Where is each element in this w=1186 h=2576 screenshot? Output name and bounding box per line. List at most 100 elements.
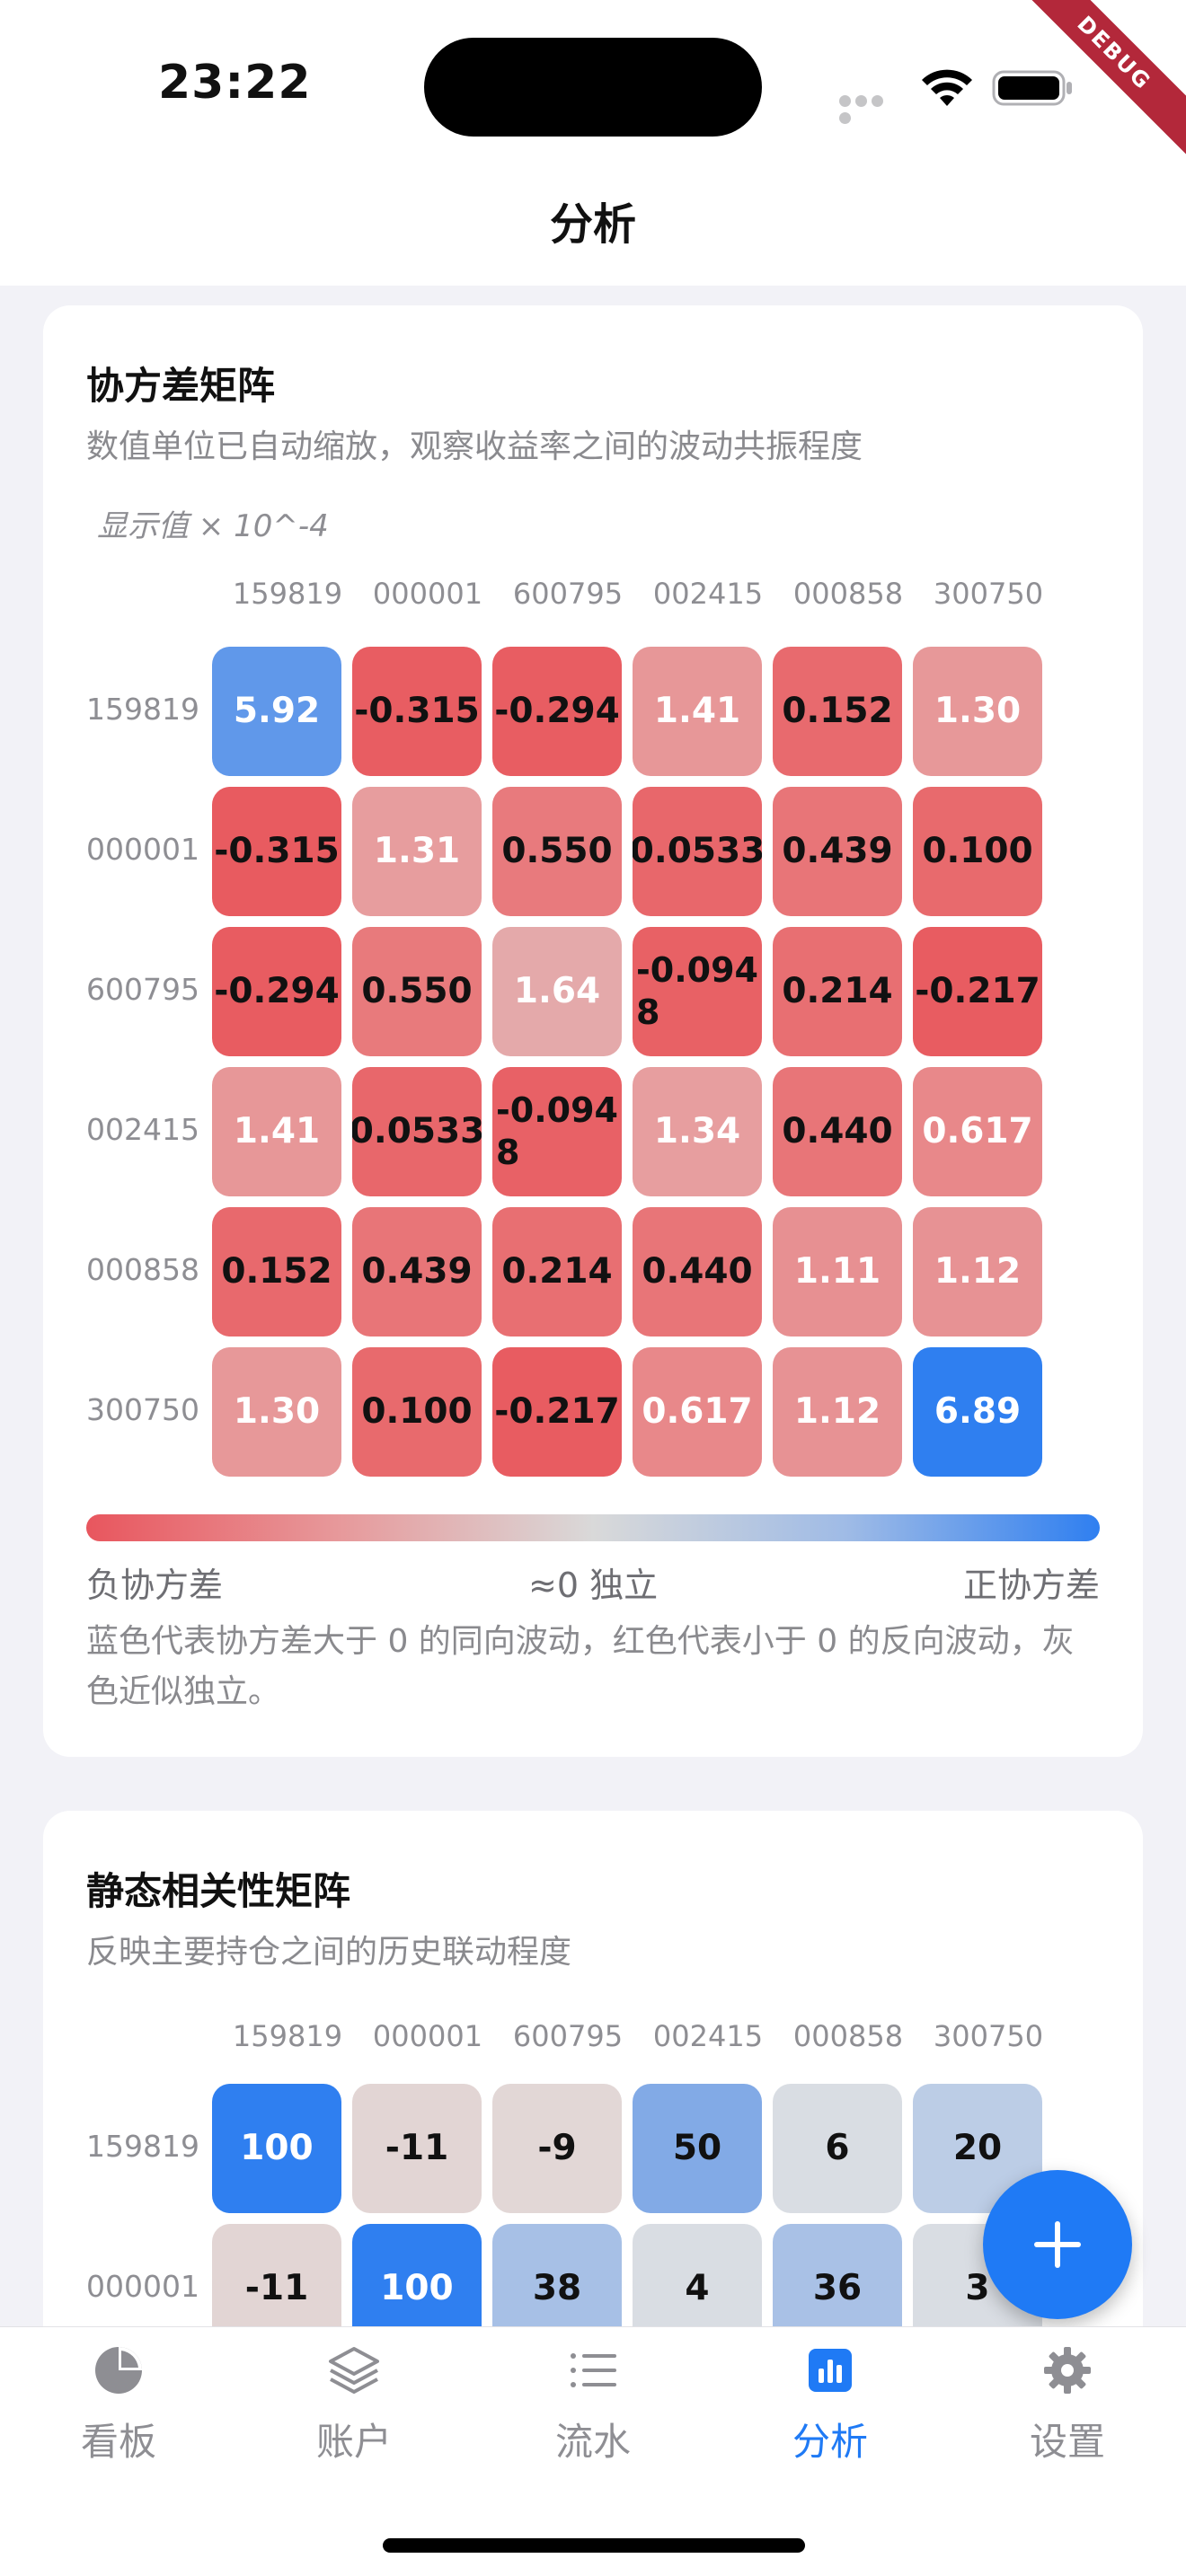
matrix-cell: 1.12 [773, 1347, 902, 1477]
matrix-cell: 0.439 [773, 787, 902, 916]
row-label: 159819 [86, 692, 199, 727]
scale-note: 显示值 × 10^-4 [97, 508, 329, 544]
gear-icon [1044, 2347, 1091, 2394]
matrix-cell: -0.0948 [492, 1067, 622, 1196]
matrix-cell: 0.100 [913, 787, 1042, 916]
matrix-cell: 1.64 [492, 927, 622, 1056]
matrix-cell: 5.92 [212, 647, 341, 776]
dynamic-island [424, 38, 762, 137]
list-icon [571, 2353, 616, 2387]
legend-positive-label: 正协方差 [962, 1566, 1100, 1605]
matrix-cell: 0.440 [633, 1207, 762, 1337]
row-label: 000858 [86, 1252, 199, 1287]
matrix-cell: 1.30 [913, 647, 1042, 776]
matrix-cell: -0.294 [212, 927, 341, 1056]
tab-label: 看板 [80, 2420, 156, 2464]
home-indicator [383, 2538, 805, 2553]
column-header: 300750 [933, 577, 1044, 611]
covariance-title: 协方差矩阵 [86, 364, 276, 408]
column-header: 159819 [232, 577, 343, 611]
column-header: 159819 [232, 2019, 343, 2053]
matrix-cell: 0.440 [773, 1067, 902, 1196]
matrix-cell: 0.152 [773, 647, 902, 776]
matrix-cell: 0.0533 [352, 1067, 482, 1196]
matrix-cell: 0.214 [492, 1207, 622, 1337]
column-header: 000001 [372, 577, 483, 611]
matrix-cell: 1.31 [352, 787, 482, 916]
tab-label: 流水 [554, 2420, 631, 2464]
correlation-subtitle: 反映主要持仓之间的历史联动程度 [86, 1934, 572, 1971]
matrix-cell: 0.214 [773, 927, 902, 1056]
matrix-cell: -0.217 [913, 927, 1042, 1056]
matrix-cell: 1.34 [633, 1067, 762, 1196]
matrix-cell: -0.0948 [633, 927, 762, 1056]
matrix-cell: -0.315 [352, 647, 482, 776]
column-header: 300750 [933, 2019, 1044, 2053]
matrix-cell: -11 [352, 2084, 482, 2213]
matrix-cell: 0.152 [212, 1207, 341, 1337]
nav-bar: 分析 [0, 171, 1186, 286]
matrix-cell: 1.11 [773, 1207, 902, 1337]
plus-icon [1034, 2221, 1081, 2268]
covariance-subtitle: 数值单位已自动缩放，观察收益率之间的波动共振程度 [86, 428, 863, 465]
matrix-cell: 0.617 [913, 1067, 1042, 1196]
matrix-cell: -9 [492, 2084, 622, 2213]
row-label: 002415 [86, 1112, 199, 1147]
bar-chart-icon [809, 2349, 852, 2392]
row-label: 000001 [86, 2269, 199, 2304]
pie-chart-icon [95, 2347, 142, 2394]
signal-icon [839, 93, 902, 124]
matrix-cell: 1.41 [212, 1067, 341, 1196]
column-header: 600795 [512, 577, 624, 611]
color-scale-bar [86, 1514, 1100, 1541]
column-header: 002415 [652, 577, 764, 611]
matrix-cell: -0.217 [492, 1347, 622, 1477]
correlation-title: 静态相关性矩阵 [86, 1869, 351, 1913]
matrix-cell: -0.294 [492, 647, 622, 776]
matrix-cell: 0.0533 [633, 787, 762, 916]
matrix-cell: 0.550 [352, 927, 482, 1056]
correlation-column-headers: 159819 000001 600795 002415 000858 300750 [223, 2019, 1121, 2064]
matrix-cell: 0.100 [352, 1347, 482, 1477]
tab-label: 账户 [315, 2420, 392, 2464]
row-label: 600795 [86, 972, 199, 1007]
column-header: 600795 [512, 2019, 624, 2053]
status-bar: 23:22 DEBUG [0, 0, 1186, 171]
matrix-cell: 1.30 [212, 1347, 341, 1477]
matrix-cell: -0.315 [212, 787, 341, 916]
matrix-cell: 0.550 [492, 787, 622, 916]
matrix-cell: 6.89 [913, 1347, 1042, 1477]
status-time: 23:22 [158, 56, 312, 110]
column-header: 000858 [792, 577, 904, 611]
tab-dashboard[interactable]: 看板 [29, 2343, 208, 2478]
column-header: 002415 [652, 2019, 764, 2053]
tab-settings[interactable]: 设置 [978, 2343, 1157, 2478]
matrix-cell: 6 [773, 2084, 902, 2213]
layers-icon [329, 2347, 379, 2394]
row-label: 159819 [86, 2129, 199, 2164]
matrix-cell: 0.439 [352, 1207, 482, 1337]
matrix-cell: 1.12 [913, 1207, 1042, 1337]
column-header: 000858 [792, 2019, 904, 2053]
legend-negative-label: 负协方差 [86, 1566, 224, 1605]
matrix-cell: 100 [212, 2084, 341, 2213]
tab-label: 设置 [1029, 2420, 1105, 2464]
matrix-cell: 50 [633, 2084, 762, 2213]
legend-note: 蓝色代表协方差大于 0 的同向波动，红色代表小于 0 的反向波动，灰色近似独立。 [86, 1623, 1075, 1710]
tab-accounts[interactable]: 账户 [264, 2343, 444, 2478]
row-label: 000001 [86, 832, 199, 867]
covariance-column-headers: 159819 000001 600795 002415 000858 300750 [223, 577, 1121, 622]
matrix-cell: 1.41 [633, 647, 762, 776]
tab-analysis[interactable]: 分析 [740, 2343, 920, 2478]
legend-neutral-label: ≈0 独立 [528, 1566, 659, 1605]
battery-icon [992, 70, 1072, 106]
wifi-icon [922, 69, 972, 106]
add-button[interactable] [983, 2170, 1132, 2319]
tab-label: 分析 [792, 2420, 868, 2464]
row-label: 300750 [86, 1392, 199, 1427]
covariance-card: 协方差矩阵 数值单位已自动缩放，观察收益率之间的波动共振程度 显示值 × 10^… [43, 305, 1143, 1757]
matrix-cell: 0.617 [633, 1347, 762, 1477]
tab-transactions[interactable]: 流水 [503, 2343, 683, 2478]
page-title: 分析 [549, 199, 636, 250]
column-header: 000001 [372, 2019, 483, 2053]
